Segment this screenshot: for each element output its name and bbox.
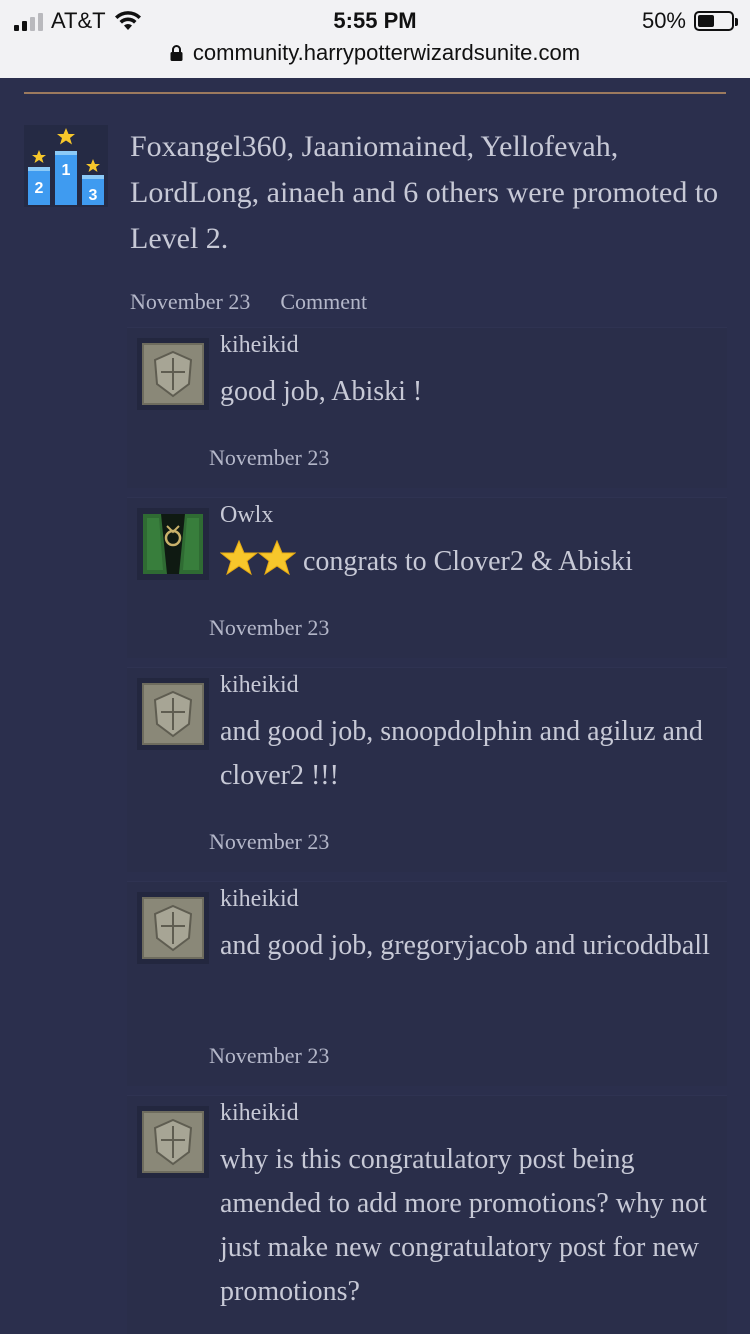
comment-link[interactable]: Comment [280,289,367,315]
comment-author[interactable]: kiheikid [220,332,299,359]
hogwarts-crest-avatar[interactable] [137,892,209,964]
svg-text:2: 2 [35,180,44,197]
comment-author[interactable]: kiheikid [220,1100,299,1127]
slytherin-robe-avatar[interactable] [137,508,209,580]
post-message: Foxangel360, Jaaniomained, Yellofevah, L… [130,130,719,255]
robe-icon [143,514,203,574]
battery-percent: 50% [641,8,686,33]
comment-item: Owlx congrats to Clover2 & Abiski Novemb… [127,497,727,658]
comment-item: kiheikid good job, Abiski ! November 23 [127,327,727,488]
comment-date[interactable]: November 23 [209,1043,329,1069]
svg-text:3: 3 [89,187,98,204]
comment-text: congrats to Clover2 & Abiski [303,546,633,577]
battery-group: 50% [641,8,738,34]
comment-author[interactable]: Owlx [220,502,273,529]
hogwarts-crest-avatar[interactable] [137,338,209,410]
comment-text: and good job, gregoryjacob and uricoddba… [220,930,710,961]
comment-text: good job, Abiski ! [220,376,423,407]
crest-icon [142,1111,204,1173]
comment-author[interactable]: kiheikid [220,672,299,699]
comment-text: why is this congratulatory post being am… [220,1144,707,1307]
battery-icon [694,11,738,31]
comment-date[interactable]: November 23 [209,829,329,855]
crest-icon [142,343,204,405]
comment-text-wrap: congrats to Clover2 & Abiski [219,539,720,590]
comment-item: kiheikid and good job, snoopdolphin and … [127,667,727,872]
post-meta: November 23 Comment [130,289,367,315]
svg-text:1: 1 [62,162,71,179]
url-text[interactable]: community.harrypotterwizardsunite.com [193,40,580,66]
comment-date[interactable]: November 23 [209,445,329,471]
star-emoji-icon [219,539,259,590]
comment-item: kiheikid and good job, gregoryjacob and … [127,881,727,1086]
comment-text: and good job, snoopdolphin and agiluz an… [220,716,703,791]
address-bar[interactable]: community.harrypotterwizardsunite.com [0,40,750,66]
comment-item: kiheikid why is this congratulatory post… [127,1095,727,1334]
crest-icon [142,897,204,959]
clock: 5:55 PM [333,8,417,33]
lock-icon [170,45,183,61]
podium-ranking-icon: 2 1 3 [24,125,108,207]
section-divider [24,92,726,94]
browser-status-bar: AT&T 5:55 PM 50% community.harrypotterwi… [0,0,750,78]
star-emoji-icon [257,539,297,590]
hogwarts-crest-avatar[interactable] [137,678,209,750]
hogwarts-crest-avatar[interactable] [137,1106,209,1178]
comment-date[interactable]: November 23 [209,615,329,641]
post-date[interactable]: November 23 [130,289,250,315]
comment-author[interactable]: kiheikid [220,886,299,913]
crest-icon [142,683,204,745]
